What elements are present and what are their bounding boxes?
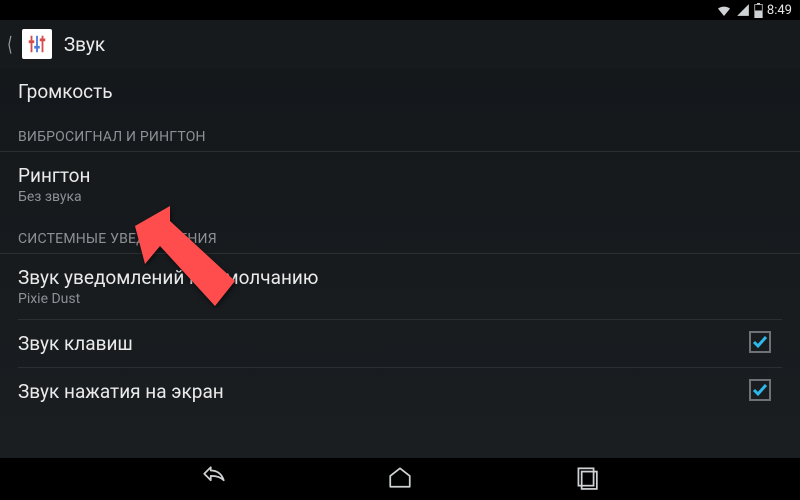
row-volume[interactable]: Громкость bbox=[0, 68, 800, 115]
settings-list: Громкость ВИБРОСИГНАЛ И РИНГТОН Рингтон … bbox=[0, 68, 800, 458]
battery-icon bbox=[754, 3, 763, 18]
row-summary: Pixie Dust bbox=[18, 291, 782, 307]
row-title: Рингтон bbox=[18, 164, 782, 187]
action-bar: ⟨ Звук bbox=[0, 20, 800, 68]
row-title: Звук клавиш bbox=[18, 332, 730, 355]
row-touch-sounds[interactable]: Звук нажатия на экран bbox=[0, 368, 800, 415]
status-time: 8:49 bbox=[767, 3, 792, 18]
section-system-notifications: СИСТЕМНЫЕ УВЕДОМЛЕНИЯ bbox=[0, 217, 800, 253]
chevron-left-icon: ⟨ bbox=[7, 34, 12, 54]
row-summary: Без звука bbox=[18, 189, 782, 205]
row-title: Звук уведомлений по умолчанию bbox=[18, 266, 782, 289]
checkbox-checked[interactable] bbox=[748, 378, 772, 406]
checkbox-checked[interactable] bbox=[748, 330, 772, 358]
nav-recent-button[interactable] bbox=[553, 458, 619, 500]
nav-back-button[interactable] bbox=[181, 458, 247, 500]
row-dialpad-tones[interactable]: Звук клавиш bbox=[0, 320, 800, 367]
status-bar: 8:49 bbox=[0, 0, 800, 20]
navigation-bar bbox=[0, 458, 800, 500]
row-title: Громкость bbox=[18, 80, 782, 103]
row-title: Звук нажатия на экран bbox=[18, 380, 730, 403]
section-vibro-ringtone: ВИБРОСИГНАЛ И РИНГТОН bbox=[0, 115, 800, 151]
wifi-icon bbox=[716, 2, 732, 18]
signal-icon bbox=[736, 3, 750, 17]
device-frame: 8:49 ⟨ Звук Громкость ВИБРОСИГНАЛ bbox=[0, 0, 800, 500]
section-label: СИСТЕМНЫЕ УВЕДОМЛЕНИЯ bbox=[18, 231, 782, 247]
equalizer-icon bbox=[22, 29, 52, 59]
page-title: Звук bbox=[64, 33, 105, 56]
row-default-notification-sound[interactable]: Звук уведомлений по умолчанию Pixie Dust bbox=[0, 254, 800, 319]
row-ringtone[interactable]: Рингтон Без звука bbox=[0, 152, 800, 217]
section-label: ВИБРОСИГНАЛ И РИНГТОН bbox=[18, 129, 782, 145]
back-button[interactable]: ⟨ bbox=[6, 29, 52, 59]
nav-home-button[interactable] bbox=[367, 458, 433, 500]
